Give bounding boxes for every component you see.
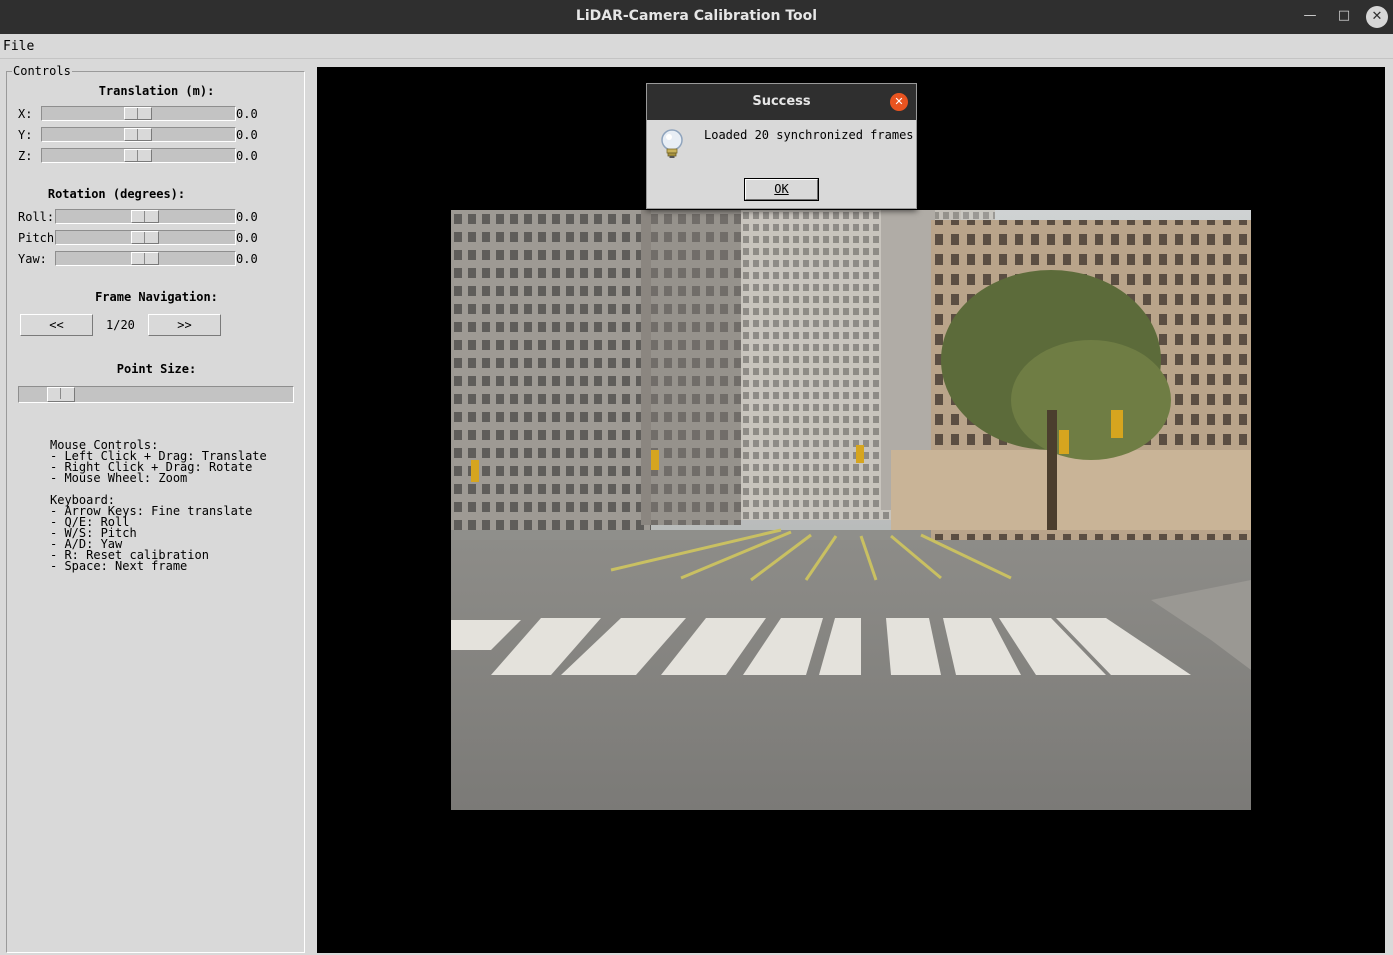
z-value: 0.0 — [236, 149, 258, 163]
y-slider[interactable] — [41, 127, 236, 142]
y-slider-thumb[interactable] — [124, 128, 152, 141]
success-dialog[interactable]: Success ✕ Loaded 20 synchronized frames … — [646, 83, 917, 209]
yaw-label: Yaw: — [18, 252, 47, 266]
y-value: 0.0 — [236, 128, 258, 142]
x-slider-thumb[interactable] — [124, 107, 152, 120]
y-label: Y: — [18, 128, 33, 142]
window-titlebar[interactable]: LiDAR-Camera Calibration Tool — □ ✕ — [0, 0, 1393, 34]
maximize-icon[interactable]: □ — [1332, 5, 1356, 29]
menu-file[interactable]: File — [3, 39, 34, 54]
x-slider[interactable] — [41, 106, 236, 121]
yaw-slider-thumb[interactable] — [131, 252, 159, 265]
rotation-heading: Rotation (degrees): — [47, 187, 186, 201]
z-slider-thumb[interactable] — [124, 149, 152, 162]
x-label: X: — [18, 107, 33, 121]
menu-bar: File — [0, 34, 1393, 59]
roll-value: 0.0 — [236, 210, 258, 224]
yaw-slider[interactable] — [55, 251, 236, 266]
camera-image[interactable] — [451, 210, 1251, 810]
keyboard-help: Keyboard: - Arrow Keys: Fine translate -… — [50, 493, 253, 573]
window-title: LiDAR-Camera Calibration Tool — [575, 8, 818, 24]
close-icon[interactable]: ✕ — [1366, 6, 1388, 28]
z-label: Z: — [18, 149, 33, 163]
pitch-label: Pitch — [18, 231, 55, 245]
dialog-close-icon[interactable]: ✕ — [890, 93, 908, 111]
frame-counter: 1/20 — [106, 318, 135, 332]
point-size-heading: Point Size: — [116, 362, 197, 376]
lightbulb-icon — [661, 129, 683, 158]
dialog-title: Success — [752, 94, 811, 109]
ok-button[interactable]: OK — [744, 178, 819, 201]
minimize-icon[interactable]: — — [1298, 5, 1322, 29]
roll-label: Roll: — [18, 210, 55, 224]
z-slider[interactable] — [41, 148, 236, 163]
x-value: 0.0 — [236, 107, 258, 121]
point-size-slider[interactable] — [18, 386, 294, 403]
point-size-slider-thumb[interactable] — [47, 387, 75, 402]
next-frame-button[interactable]: >> — [148, 314, 221, 336]
street-scene — [451, 210, 1251, 810]
controls-legend: Controls — [12, 64, 72, 78]
prev-frame-button[interactable]: << — [20, 314, 93, 336]
mouse-controls-help: Mouse Controls: - Left Click + Drag: Tra… — [50, 438, 267, 485]
translation-heading: Translation (m): — [98, 84, 215, 98]
dialog-message: Loaded 20 synchronized frames — [704, 128, 914, 142]
pitch-value: 0.0 — [236, 231, 258, 245]
yaw-value: 0.0 — [236, 252, 258, 266]
pitch-slider[interactable] — [55, 230, 236, 245]
pitch-slider-thumb[interactable] — [131, 231, 159, 244]
roll-slider-thumb[interactable] — [131, 210, 159, 223]
frame-navigation-heading: Frame Navigation: — [95, 290, 218, 304]
roll-slider[interactable] — [55, 209, 236, 224]
dialog-titlebar[interactable]: Success ✕ — [647, 84, 916, 120]
ok-button-label: OK — [774, 182, 789, 196]
